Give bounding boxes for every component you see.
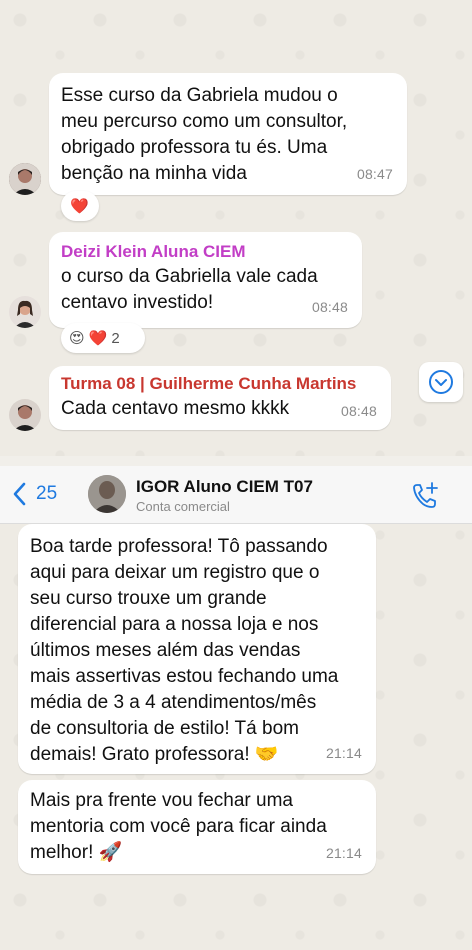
message-text: Esse curso da Gabriela mudou o meu percu… [61, 85, 348, 184]
message-time: 08:48 [311, 299, 348, 315]
phone-plus-icon [413, 482, 438, 508]
reaction-count: 2 [111, 329, 120, 347]
sender-name[interactable]: Deizi Klein Aluna CIEM [61, 240, 350, 264]
message-reactions[interactable]: ❤️ [61, 191, 99, 221]
message-time: 08:47 [356, 166, 393, 182]
message-time: 21:14 [325, 745, 362, 761]
heart-eyes-icon: 😍 [69, 330, 85, 347]
unread-count: 25 [36, 483, 58, 504]
message-time: 08:48 [340, 403, 377, 419]
heart-icon: ❤️ [88, 330, 108, 347]
back-button[interactable]: 25 [12, 482, 57, 506]
contact-subtitle: Conta comercial [136, 499, 230, 514]
screenshot-divider [0, 456, 472, 466]
contact-name[interactable]: IGOR Aluno CIEM T07 [136, 477, 313, 497]
message-bubble[interactable]: Mais pra frente vou fechar uma mentoria … [18, 780, 376, 874]
sender-name[interactable]: Turma 08 | Guilherme Cunha Martins [61, 372, 379, 396]
scroll-down-button[interactable] [419, 362, 463, 402]
person-avatar-icon [88, 475, 126, 513]
message-reactions[interactable]: 😍 ❤️ 2 [61, 323, 145, 353]
message-bubble[interactable]: Turma 08 | Guilherme Cunha Martins Cada … [49, 366, 391, 430]
chevron-left-icon [13, 482, 26, 506]
chat-header: 25 IGOR Aluno CIEM T07 Conta comercial [0, 466, 472, 524]
person-avatar-icon [9, 399, 41, 431]
message-time: 21:14 [325, 845, 362, 861]
message-bubble[interactable]: Esse curso da Gabriela mudou o meu percu… [49, 73, 407, 195]
avatar[interactable] [9, 399, 41, 431]
chevron-down-circle-icon [429, 370, 453, 394]
message-text: Boa tarde professora! Tô passando aqui p… [30, 536, 339, 765]
contact-avatar[interactable] [88, 475, 126, 513]
person-avatar-icon [9, 296, 41, 328]
call-button[interactable] [410, 480, 440, 515]
message-text: Mais pra frente vou fechar uma mentoria … [30, 790, 327, 863]
avatar[interactable] [9, 163, 41, 195]
message-text: Cada centavo mesmo kkkk [61, 398, 290, 419]
heart-icon: ❤️ [70, 198, 89, 215]
message-text: o curso da Gabriella vale cada centavo i… [61, 266, 318, 313]
person-avatar-icon [9, 163, 41, 195]
message-bubble[interactable]: Deizi Klein Aluna CIEM o curso da Gabrie… [49, 232, 362, 328]
avatar[interactable] [9, 296, 41, 328]
message-bubble[interactable]: Boa tarde professora! Tô passando aqui p… [18, 524, 376, 774]
